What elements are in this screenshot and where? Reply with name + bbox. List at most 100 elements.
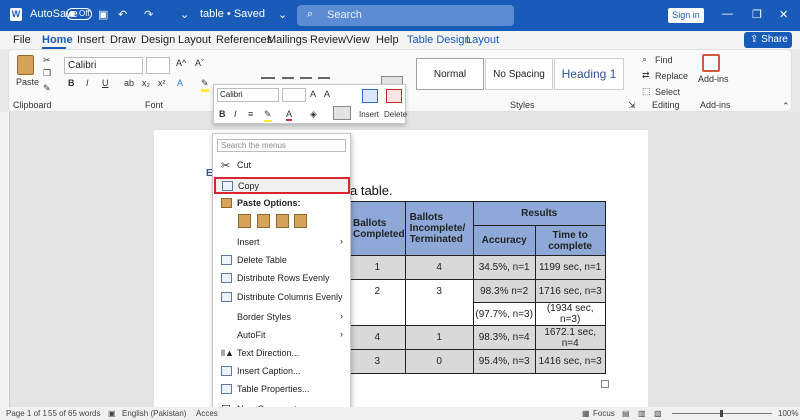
table-resize-handle[interactable]	[601, 380, 609, 388]
save-icon[interactable]: ▣	[98, 8, 108, 21]
find-icon[interactable]: ⌕	[642, 54, 647, 65]
paste-keep-source-icon[interactable]	[238, 214, 251, 228]
format-painter-icon[interactable]: ✎	[43, 83, 51, 94]
insert-table-icon[interactable]	[362, 89, 378, 103]
redo-icon[interactable]: ↷	[144, 8, 153, 21]
page-count[interactable]: Page 1 of 1	[6, 409, 47, 418]
focus-button[interactable]: Focus	[593, 409, 615, 418]
style-no-spacing[interactable]: No Spacing	[485, 58, 553, 90]
delete-table-icon[interactable]	[386, 89, 402, 103]
paste-nested-table-icon[interactable]	[257, 214, 270, 228]
cell-r2-incomplete[interactable]: 3	[404, 279, 474, 326]
menu-item-table-properties[interactable]: Table Properties...	[237, 384, 310, 394]
restore-button[interactable]: ❐	[752, 8, 762, 21]
print-layout-icon[interactable]: ▥	[638, 409, 646, 418]
paste-icon[interactable]	[17, 55, 34, 75]
menu-item-autofit[interactable]: AutoFit	[237, 330, 266, 340]
share-button[interactable]: ⇪ Share	[744, 32, 792, 48]
read-mode-icon[interactable]: ▤	[622, 409, 630, 418]
mini-size-select[interactable]	[282, 88, 306, 102]
add-ins-button[interactable]: Add-ins	[698, 74, 729, 84]
cell-r1-incomplete[interactable]: 4	[404, 255, 474, 280]
cell-r1-completed[interactable]: 1	[350, 255, 406, 280]
mini-bold-icon[interactable]: B	[219, 109, 226, 119]
cell-r4-incomplete[interactable]: 0	[404, 349, 474, 374]
tab-table-layout[interactable]: Layout	[466, 34, 499, 46]
focus-icon[interactable]: ▦	[582, 409, 590, 418]
menu-item-distribute-rows[interactable]: Distribute Rows Evenly	[237, 273, 330, 283]
zoom-level[interactable]: 100%	[778, 409, 798, 418]
paste-merge-table-icon[interactable]	[276, 214, 289, 228]
dialog-launcher-icon[interactable]: ⇲	[628, 100, 636, 111]
menu-item-text-direction[interactable]: Text Direction...	[237, 348, 299, 358]
header-accuracy[interactable]: Accuracy	[472, 225, 536, 256]
mini-shading-icon[interactable]: ◈	[310, 109, 317, 120]
autosave-toggle[interactable]: Off	[66, 8, 92, 20]
customize-qat-icon[interactable]: ⌄	[180, 8, 189, 21]
menu-item-copy[interactable]: Copy	[214, 177, 350, 194]
mini-borders-button[interactable]	[333, 106, 351, 120]
cell-r2-accuracy[interactable]: 98.3% n=2	[472, 279, 536, 303]
header-ballots-incomplete[interactable]: Ballots Incomplete/ Terminated	[404, 201, 474, 256]
font-name-select[interactable]: Calibri	[64, 57, 143, 74]
menu-search-input[interactable]: Search the menus	[217, 139, 346, 152]
subscript-icon[interactable]: x₂	[142, 78, 150, 88]
tab-layout[interactable]: Layout	[178, 34, 211, 46]
cell-r4-completed[interactable]: 3	[350, 349, 406, 374]
tab-home[interactable]: Home	[42, 34, 73, 46]
grow-font-icon[interactable]: A^	[176, 58, 186, 68]
cut-icon[interactable]: ✂	[43, 55, 51, 66]
collapse-ribbon-icon[interactable]: ⌃	[782, 101, 790, 112]
cell-r3-time[interactable]: 1672.1 sec, n=4	[534, 325, 606, 350]
tab-review[interactable]: Review	[310, 34, 346, 46]
replace-button[interactable]: Replace	[655, 71, 688, 81]
minimize-button[interactable]: —	[722, 8, 733, 20]
tab-design[interactable]: Design	[141, 34, 175, 46]
superscript-icon[interactable]: x²	[158, 78, 166, 88]
menu-item-insert-caption[interactable]: Insert Caption...	[237, 366, 301, 376]
cell-r3-completed[interactable]: 4	[350, 325, 406, 350]
find-button[interactable]: Find	[655, 55, 673, 65]
zoom-slider[interactable]	[672, 410, 772, 417]
tab-draw[interactable]: Draw	[110, 34, 136, 46]
tab-mailings[interactable]: Mailings	[267, 34, 307, 46]
menu-item-distribute-columns[interactable]: Distribute Columns Evenly	[237, 292, 343, 302]
chevron-down-icon[interactable]: ⌄	[278, 8, 287, 21]
document-text[interactable]: a table.	[350, 183, 393, 198]
mini-italic-icon[interactable]: I	[234, 109, 237, 119]
cell-r2-time-sub[interactable]: (1934 sec, n=3)	[534, 302, 606, 326]
mini-grow-font-icon[interactable]: A	[310, 89, 316, 99]
font-size-select[interactable]	[146, 57, 170, 74]
data-table[interactable]: Ballots Completed Ballots Incomplete/ Te…	[350, 201, 606, 374]
tab-table-design[interactable]: Table Design	[407, 34, 471, 46]
mini-insert-button[interactable]: Insert	[359, 110, 379, 119]
replace-icon[interactable]: ⇄	[642, 70, 650, 81]
cell-r1-accuracy[interactable]: 34.5%, n=1	[472, 255, 536, 280]
search-box[interactable]: ⌕ Search	[297, 5, 514, 26]
style-normal[interactable]: Normal	[416, 58, 484, 90]
cell-r2-completed[interactable]: 2	[350, 279, 406, 326]
mini-highlight-icon[interactable]: ✎	[264, 109, 272, 122]
header-time[interactable]: Time to complete	[534, 225, 606, 256]
tab-insert[interactable]: Insert	[77, 34, 105, 46]
style-heading-1[interactable]: Heading 1	[554, 58, 624, 90]
menu-item-insert[interactable]: Insert	[237, 237, 260, 247]
cell-r1-time[interactable]: 1199 sec, n=1	[534, 255, 606, 280]
accessibility[interactable]: Acces	[196, 409, 218, 418]
tab-view[interactable]: View	[346, 34, 370, 46]
close-button[interactable]: ✕	[779, 8, 788, 21]
spelling-icon[interactable]: ▣	[108, 409, 116, 418]
sign-in-button[interactable]: Sign in	[668, 8, 704, 23]
select-button[interactable]: Select	[655, 87, 680, 97]
bold-icon[interactable]: B	[68, 78, 75, 88]
zoom-slider-thumb[interactable]	[720, 410, 723, 417]
header-results[interactable]: Results	[472, 201, 606, 226]
cell-r4-time[interactable]: 1416 sec, n=3	[534, 349, 606, 374]
web-layout-icon[interactable]: ▧	[654, 409, 662, 418]
strikethrough-icon[interactable]: ab	[124, 78, 134, 88]
copy-icon[interactable]: ❐	[43, 68, 51, 79]
word-count[interactable]: 55 of 65 words	[48, 409, 100, 418]
menu-item-border-styles[interactable]: Border Styles	[237, 312, 291, 322]
header-ballots-completed[interactable]: Ballots Completed	[350, 201, 406, 256]
shrink-font-icon[interactable]: Aˇ	[195, 58, 204, 68]
